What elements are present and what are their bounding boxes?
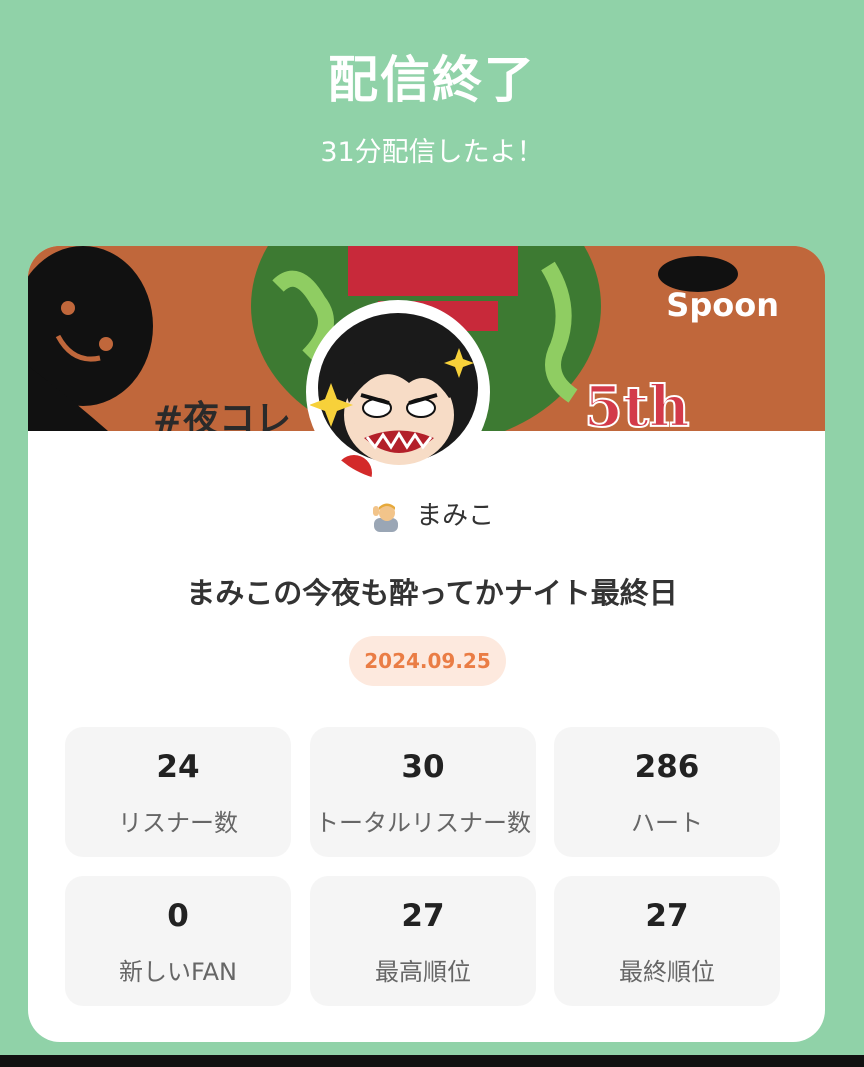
stat-value: 27 bbox=[401, 898, 445, 934]
stat-new-fans: 0 新しいFAN bbox=[65, 876, 291, 1006]
stat-label: 新しいFAN bbox=[119, 958, 237, 986]
page-title: 配信終了 bbox=[328, 51, 536, 109]
screen-bottom-edge bbox=[0, 1055, 864, 1067]
stat-highest-rank: 27 最高順位 bbox=[310, 876, 536, 1006]
banner-5th: 5th bbox=[584, 374, 690, 431]
stat-label: ハート bbox=[631, 809, 703, 837]
stat-label: トータルリスナー数 bbox=[315, 809, 531, 837]
avatar[interactable] bbox=[306, 300, 490, 484]
stat-total-listeners: 30 トータルリスナー数 bbox=[310, 727, 536, 857]
stat-label: リスナー数 bbox=[118, 809, 238, 837]
stat-listeners: 24 リスナー数 bbox=[65, 727, 291, 857]
stat-final-rank: 27 最終順位 bbox=[554, 876, 780, 1006]
host-name: まみこ bbox=[416, 501, 495, 531]
stat-value: 30 bbox=[401, 749, 445, 785]
stat-value: 24 bbox=[156, 749, 200, 785]
spoon-logo: Spoon bbox=[666, 286, 779, 324]
person-emoji-icon bbox=[370, 500, 404, 534]
stat-label: 最高順位 bbox=[375, 958, 471, 986]
stat-label: 最終順位 bbox=[619, 958, 715, 986]
host-name-row[interactable]: まみこ bbox=[0, 495, 864, 534]
avatar-illustration bbox=[309, 303, 487, 481]
banner-hashtag: #夜コレ bbox=[153, 399, 291, 431]
duration-subtitle: 31分配信したよ！ bbox=[320, 137, 544, 168]
date-badge: 2024.09.25 bbox=[349, 636, 506, 686]
stat-value: 27 bbox=[645, 898, 689, 934]
stat-hearts: 286 ハート bbox=[554, 727, 780, 857]
stat-value: 286 bbox=[634, 749, 700, 785]
live-title: まみこの今夜も酔ってかナイト最終日 bbox=[186, 576, 678, 610]
stat-value: 0 bbox=[167, 898, 189, 934]
